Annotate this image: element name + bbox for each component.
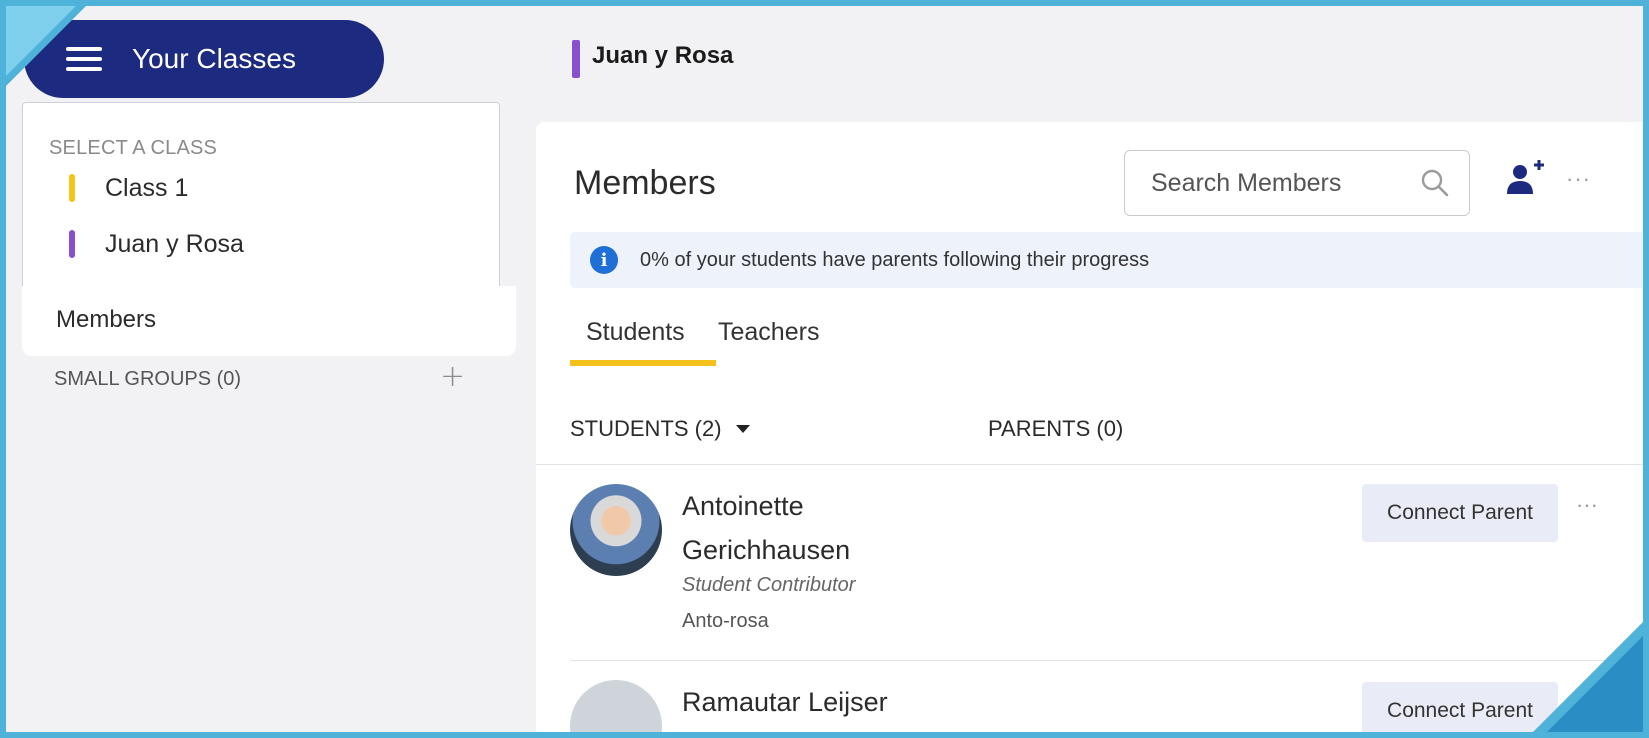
active-tab-indicator [570, 360, 716, 366]
select-class-label: SELECT A CLASS [49, 137, 218, 159]
sidebar-item-members[interactable]: Members [22, 286, 516, 356]
student-name: Ramautar Leijser [682, 687, 888, 717]
tab-teachers[interactable]: Teachers [718, 318, 819, 347]
sidebar-item-label: Members [56, 306, 157, 333]
info-icon: i [590, 246, 618, 274]
search-input[interactable] [1124, 150, 1470, 216]
members-card: Members ··· i 0% of your students have p… [536, 122, 1643, 732]
search-icon[interactable] [1420, 168, 1450, 198]
student-name: Antoinette Gerichhausen [682, 491, 851, 565]
info-banner-text: 0% of your students have parents followi… [640, 248, 1150, 271]
your-classes-label: Your Classes [132, 43, 296, 74]
caret-down-icon [735, 425, 750, 433]
add-member-icon[interactable] [1504, 158, 1548, 198]
class-color-bar [572, 40, 580, 78]
class-color-bar [69, 174, 75, 202]
divider [536, 464, 1643, 465]
add-small-group-button[interactable]: + [440, 362, 465, 392]
student-username: Anto-rosa [682, 610, 769, 632]
page-title: Members [574, 164, 716, 202]
student-role: Student Contributor [682, 574, 856, 596]
small-groups-label: SMALL GROUPS (0) [54, 368, 242, 390]
sidebar: Your Classes SELECT A CLASS Class 1 Juan… [6, 6, 536, 732]
tab-students[interactable]: Students [586, 318, 685, 347]
slide-frame: Your Classes SELECT A CLASS Class 1 Juan… [6, 6, 1643, 732]
class-item-juan-y-rosa[interactable]: Juan y Rosa [69, 227, 244, 261]
class-header: Juan y Rosa [536, 6, 1643, 98]
divider [570, 660, 1643, 661]
students-column-header[interactable]: STUDENTS (2) [570, 416, 750, 442]
parents-column-header: PARENTS (0) [988, 416, 1124, 441]
avatar [570, 680, 662, 732]
class-title: Juan y Rosa [592, 42, 734, 69]
corner-decoration [1547, 636, 1643, 732]
class-color-bar [69, 230, 75, 258]
students-column-label: STUDENTS (2) [570, 416, 722, 441]
class-item-label: Juan y Rosa [105, 229, 244, 258]
class-item-class-1[interactable]: Class 1 [69, 171, 188, 205]
info-banner: i 0% of your students have parents follo… [570, 232, 1643, 288]
corner-decoration [6, 6, 76, 76]
connect-parent-button[interactable]: Connect Parent [1362, 682, 1558, 732]
connect-parent-button[interactable]: Connect Parent [1362, 484, 1558, 542]
more-options-icon[interactable]: ··· [1566, 166, 1591, 192]
row-more-options-icon[interactable]: ··· [1576, 492, 1598, 518]
avatar [570, 484, 662, 576]
class-selector-panel: SELECT A CLASS Class 1 Juan y Rosa [22, 102, 500, 290]
class-item-label: Class 1 [105, 173, 189, 202]
